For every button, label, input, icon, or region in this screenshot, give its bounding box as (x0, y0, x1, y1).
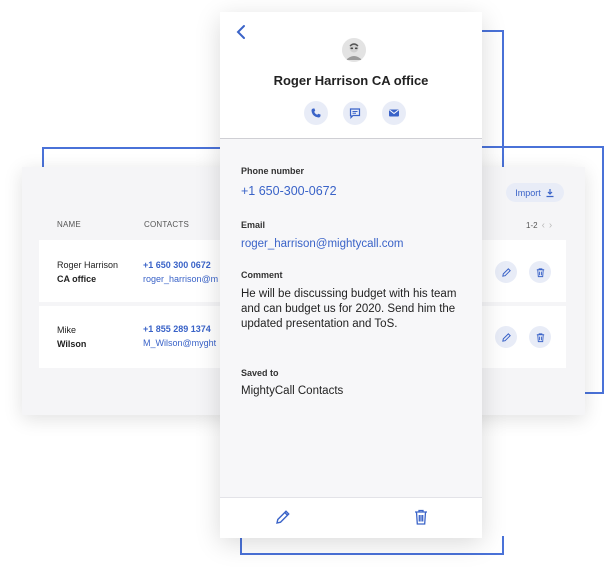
contact-second: Wilson (57, 339, 87, 349)
pager-label: 1-2 (526, 221, 538, 230)
delete-button[interactable] (529, 326, 551, 348)
contact-second: CA office (57, 274, 97, 284)
edit-icon (501, 332, 511, 342)
detail-header: Roger Harrison CA office (220, 12, 482, 138)
delete-button[interactable] (529, 261, 551, 283)
phone-icon (311, 108, 321, 118)
download-icon (546, 188, 554, 197)
edit-button[interactable] (495, 261, 517, 283)
trash-icon[interactable] (413, 508, 429, 526)
detail-content: Phone number +1 650-300-0672 Email roger… (220, 139, 482, 497)
chevron-left-icon[interactable]: ‹ (542, 220, 545, 231)
contact-first: Mike (57, 325, 77, 335)
edit-button[interactable] (495, 326, 517, 348)
contact-name: Mike Wilson (57, 323, 86, 351)
decor-frame-left (42, 147, 228, 167)
contact-phone[interactable]: +1 855 289 1374 (143, 324, 211, 334)
avatar-icon (342, 38, 366, 62)
contact-email[interactable]: M_Wilson@myght (143, 338, 216, 348)
email-value[interactable]: roger_harrison@mightycall.com (241, 237, 466, 252)
edit-icon (501, 267, 511, 277)
contact-phone[interactable]: +1 650 300 0672 (143, 260, 211, 270)
comment-value: He will be discussing budget with his te… (241, 288, 457, 330)
trash-icon (536, 332, 544, 342)
comment-label: Comment (241, 270, 283, 280)
email-button[interactable] (382, 101, 406, 125)
edit-icon[interactable] (274, 508, 292, 526)
phone-label: Phone number (241, 166, 305, 176)
import-button[interactable]: Import (506, 183, 564, 202)
contact-name: Roger Harrison CA office (57, 258, 118, 286)
mail-icon (389, 109, 399, 117)
column-name-header: NAME (57, 220, 81, 229)
contact-detail-panel: Roger Harrison CA office Phone number +1… (220, 12, 482, 538)
email-label: Email (241, 220, 266, 230)
contact-title: Roger Harrison CA office (273, 73, 429, 88)
back-chevron-icon[interactable] (234, 24, 248, 40)
phone-value[interactable]: +1 650-300-0672 (241, 184, 466, 199)
trash-icon (536, 267, 544, 277)
chevron-right-icon[interactable]: › (549, 220, 552, 231)
saved-to-label: Saved to (241, 368, 279, 378)
decor-frame-bottom (240, 536, 504, 555)
message-button[interactable] (343, 101, 367, 125)
column-contacts-header: CONTACTS (144, 220, 190, 229)
avatar (342, 38, 366, 62)
message-icon (349, 108, 361, 119)
pager: 1-2 ‹ › (526, 220, 552, 231)
detail-footer (220, 497, 482, 538)
contact-first: Roger Harrison (57, 260, 119, 270)
call-button[interactable] (304, 101, 328, 125)
contact-email[interactable]: roger_harrison@m (143, 274, 218, 284)
import-label: Import (515, 187, 541, 198)
saved-to-value: MightyCall Contacts (241, 385, 344, 397)
